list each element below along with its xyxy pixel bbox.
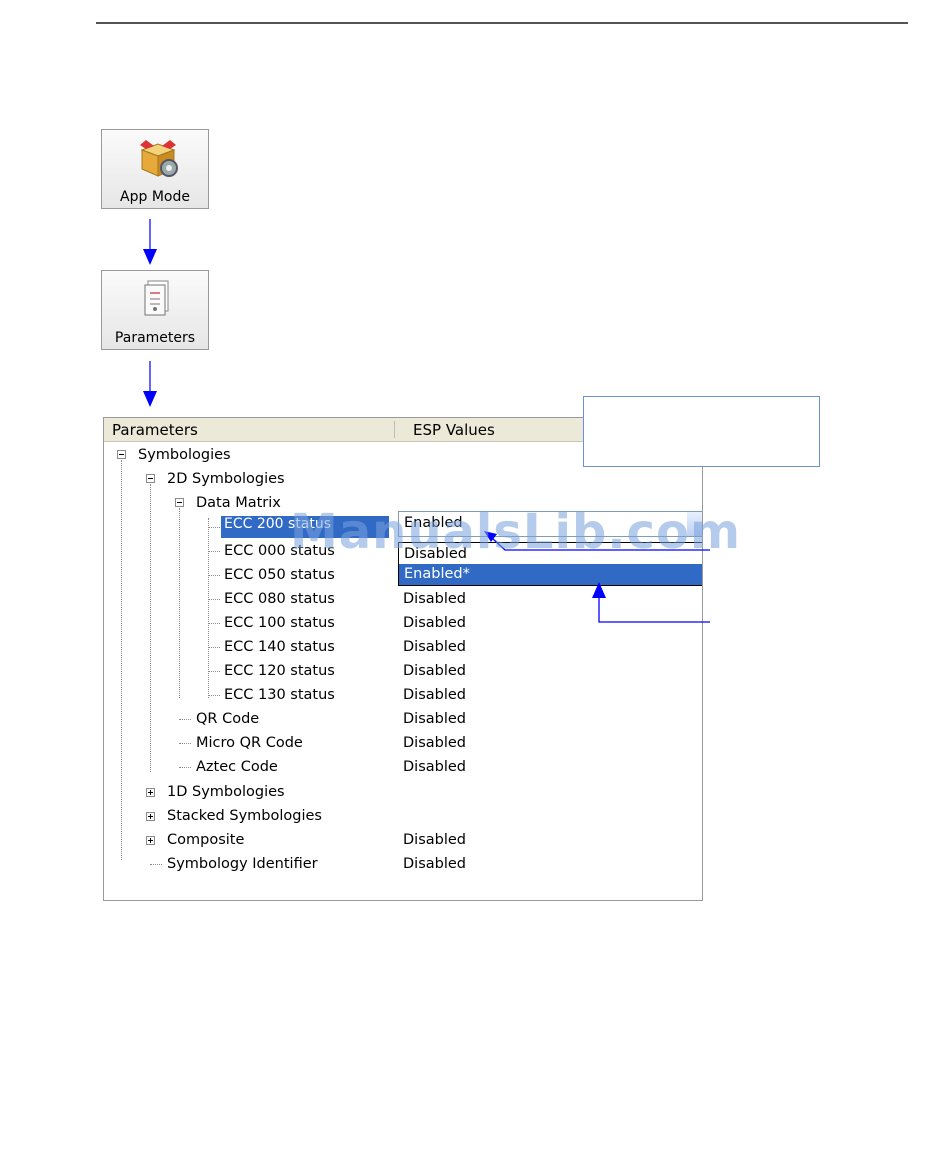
watermark: ManualsLib.com (290, 504, 741, 560)
callout-arrows (484, 531, 710, 623)
